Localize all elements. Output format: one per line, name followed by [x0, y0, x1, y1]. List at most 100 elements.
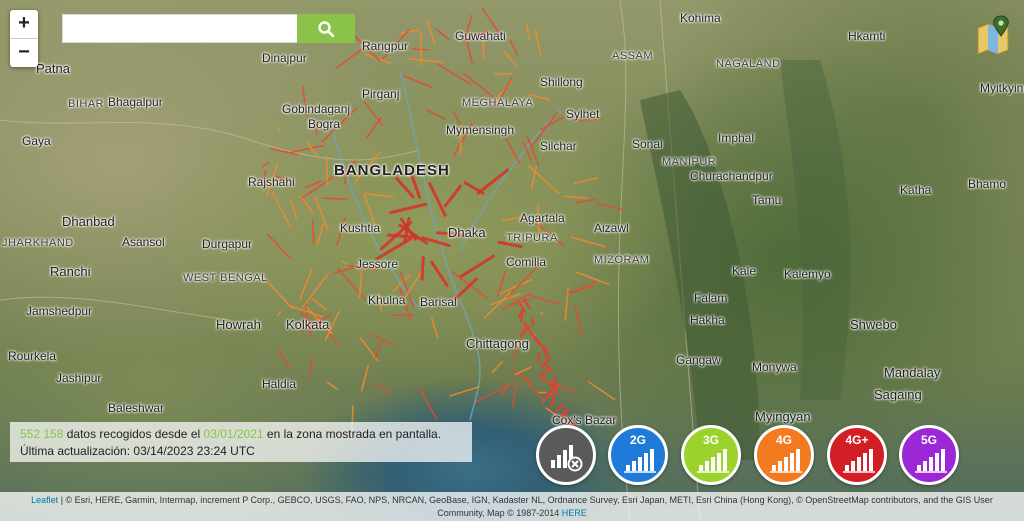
- coverage-segment: [308, 357, 313, 377]
- coverage-segment: [266, 233, 292, 259]
- map-view[interactable]: BANGLADESH BIHAR JHARKHAND WEST BENGAL M…: [0, 0, 1024, 521]
- label-city: Imphal: [718, 131, 755, 145]
- label-city: Aizawl: [594, 221, 629, 235]
- signal-bar: [717, 453, 721, 471]
- coverage-segment: [420, 255, 425, 281]
- label-region: WEST BENGAL: [183, 272, 268, 284]
- coverage-segment: [574, 305, 583, 336]
- coverage-segment: [588, 381, 616, 401]
- coverage-segment: [443, 184, 462, 208]
- coverage-segment: [512, 380, 518, 408]
- map-layers-icon: [977, 15, 1009, 55]
- signal-bar: [772, 465, 776, 471]
- label-city: Rajshahi: [248, 175, 295, 189]
- label-city: Sagaing: [874, 387, 922, 402]
- label-city: Churachandpur: [690, 169, 773, 183]
- label-city: Kale: [732, 264, 757, 278]
- signal-bar: [796, 449, 800, 471]
- signal-bar: [923, 461, 927, 471]
- here-link[interactable]: HERE: [562, 508, 587, 518]
- label-region: MEGHALAYA: [462, 97, 534, 109]
- coverage-segment: [312, 219, 315, 244]
- coverage-segment: [389, 202, 428, 215]
- coverage-segment: [311, 297, 328, 311]
- zoom-control: + −: [10, 10, 38, 67]
- coverage-segment: [371, 333, 396, 347]
- zoom-out-button[interactable]: −: [10, 38, 38, 67]
- since-date: 03/01/2021: [203, 427, 264, 441]
- coverage-segment: [563, 195, 588, 199]
- coverage-segment: [491, 360, 504, 374]
- signal-bar: [857, 457, 861, 471]
- coverage-segment: [364, 192, 395, 199]
- label-region: NAGALAND: [716, 58, 781, 70]
- coverage-segment: [550, 398, 555, 408]
- label-city: Dinajpur: [262, 51, 307, 65]
- coverage-segment: [277, 349, 291, 369]
- coverage-segment: [418, 387, 437, 420]
- no-coverage-button[interactable]: [536, 425, 596, 485]
- coverage-segment: [402, 74, 433, 88]
- label-region: JHARKHAND: [2, 237, 74, 249]
- data-count-line: 552 158 datos recogidos desde el 03/01/2…: [20, 426, 472, 443]
- label-city: Mandalay: [884, 365, 941, 380]
- coverage-segment: [430, 260, 449, 287]
- label-city: Agartala: [520, 211, 565, 225]
- coverage-segment: [490, 293, 522, 306]
- coverage-segment: [299, 194, 315, 215]
- coverage-segment: [519, 312, 524, 323]
- filter-2g-button[interactable]: 2G: [608, 425, 668, 485]
- filter-3g-button[interactable]: 3G: [681, 425, 741, 485]
- search-input[interactable]: [62, 14, 297, 43]
- label-city: Gaya: [22, 134, 51, 148]
- label-city: Kolkata: [286, 317, 330, 332]
- signal-bar: [626, 465, 630, 471]
- label-city: Pirganj: [362, 87, 400, 101]
- label-region: MANIPUR: [662, 156, 717, 168]
- coverage-segment: [326, 381, 339, 390]
- filter-4g-plus-button[interactable]: 4G+: [827, 425, 887, 485]
- signal-bar: [917, 465, 921, 471]
- coverage-segment: [509, 39, 519, 57]
- filter-4g-button[interactable]: 4G: [754, 425, 814, 485]
- filter-5g-button[interactable]: 5G: [899, 425, 959, 485]
- coverage-segment: [452, 111, 461, 124]
- label-city: Kalemyo: [784, 267, 831, 281]
- signal-bar: [790, 453, 794, 471]
- coverage-segment: [449, 386, 480, 397]
- label-region: ASSAM: [612, 50, 654, 62]
- coverage-segment: [527, 294, 561, 306]
- coverage-segment: [514, 366, 532, 376]
- signal-bars-icon: [624, 449, 656, 473]
- data-count-text: datos recogidos desde el: [66, 427, 201, 441]
- label-city: Chittagong: [466, 336, 529, 351]
- label-city: Baleshwar: [108, 401, 165, 415]
- zoom-in-button[interactable]: +: [10, 10, 38, 38]
- label-region: TRIPURA: [506, 232, 558, 244]
- signal-bar: [935, 453, 939, 471]
- search-button[interactable]: [297, 14, 355, 43]
- label-city: Durgapur: [202, 237, 253, 251]
- coverage-segment: [526, 23, 530, 41]
- label-city: Comilla: [506, 255, 547, 269]
- label-city: Shwebo: [850, 317, 897, 332]
- label-city: Sylhet: [566, 107, 600, 121]
- signal-bar: [784, 457, 788, 471]
- coverage-segment: [435, 28, 450, 40]
- coverage-segment: [493, 72, 513, 76]
- signal-bars-icon: [697, 449, 729, 473]
- coverage-segment: [475, 384, 512, 403]
- coverage-segment: [476, 168, 510, 195]
- data-info-panel: 552 158 datos recogidos desde el 03/01/2…: [10, 422, 472, 462]
- signal-bar: [644, 453, 648, 471]
- data-count: 552 158: [20, 427, 64, 441]
- last-update-value: 03/14/2023 23:24 UTC: [133, 444, 255, 458]
- label-city: Ranchi: [50, 264, 91, 279]
- coverage-segment: [426, 109, 446, 120]
- layers-toggle[interactable]: [974, 14, 1014, 56]
- leaflet-link[interactable]: Leaflet: [31, 495, 58, 505]
- coverage-segment: [595, 202, 624, 211]
- label-city: Hkamti: [848, 29, 886, 43]
- label-city: Mymensingh: [446, 123, 515, 137]
- coverage-segment: [363, 101, 384, 127]
